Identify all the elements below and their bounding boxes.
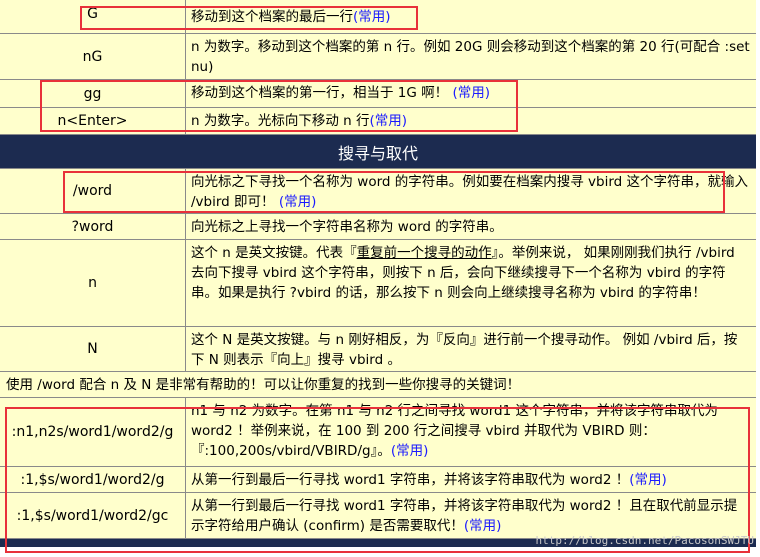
- table-row: :1,$s/word1/word2/gc 从第一行到最后一行寻找 word1 字…: [0, 492, 756, 538]
- description-cell: 移动到这个档案的第一行，相当于 1G 啊！ (常用): [191, 85, 490, 101]
- description-cell: 向光标之上寻找一个字符串名称为 word 的字符串。: [191, 219, 503, 235]
- command-cell: nG: [0, 34, 186, 79]
- command-cell: n: [0, 240, 186, 326]
- description-cell: 向光标之下寻找一个名称为 word 的字符串。例如要在档案内搜寻 vbird 这…: [191, 174, 749, 210]
- command-cell: n<Enter>: [0, 108, 186, 134]
- command-cell: /word: [0, 169, 186, 213]
- note-row: 使用 /word 配合 n 及 N 是非常有帮助的！可以让你重复的找到一些你搜寻…: [0, 371, 756, 397]
- description-cell: n 为数字。光标向下移动 n 行(常用): [191, 113, 408, 129]
- table-row: gg 移动到这个档案的第一行，相当于 1G 啊！ (常用): [0, 79, 756, 107]
- description-cell: 从第一行到最后一行寻找 word1 字符串，并将该字符串取代为 word2 ！且…: [191, 498, 738, 534]
- table-row: n 这个 n 是英文按键。代表『重复前一个搜寻的动作』。举例来说， 如果刚刚我们…: [0, 239, 756, 326]
- description-cell: 这个 n 是英文按键。代表『重复前一个搜寻的动作』。举例来说， 如果刚刚我们执行…: [191, 245, 735, 301]
- table-row: G 移动到这个档案的最后一行(常用): [0, 0, 756, 33]
- underlined-term: 重复前一个搜寻的动作: [356, 245, 492, 261]
- description-cell: n 为数字。移动到这个档案的第 n 行。例如 20G 则会移动到这个档案的第 2…: [191, 39, 750, 75]
- description-cell: n1 与 n2 为数字。在第 n1 与 n2 行之间寻找 word1 这个字符串…: [191, 403, 718, 459]
- command-cell: gg: [0, 80, 186, 107]
- command-cell: :1,$s/word1/word2/gc: [0, 493, 186, 538]
- table-row: nG n 为数字。移动到这个档案的第 n 行。例如 20G 则会移动到这个档案的…: [0, 33, 756, 79]
- table-row: n<Enter> n 为数字。光标向下移动 n 行(常用): [0, 107, 756, 134]
- description-cell: 移动到这个档案的最后一行(常用): [191, 9, 391, 25]
- table-row: :1,$s/word1/word2/g 从第一行到最后一行寻找 word1 字符…: [0, 466, 756, 492]
- section-header: 搜寻与取代: [0, 134, 756, 168]
- table-row: N 这个 N 是英文按键。与 n 刚好相反，为『反向』进行前一个搜寻动作。 例如…: [0, 326, 756, 371]
- vim-command-table: G 移动到这个档案的最后一行(常用) nG n 为数字。移动到这个档案的第 n …: [0, 0, 756, 547]
- command-cell: ?word: [0, 214, 186, 239]
- watermark: http://blog.csdn.net/PacosonSWJTU: [535, 534, 754, 547]
- command-cell: :1,$s/word1/word2/g: [0, 467, 186, 492]
- command-cell: N: [0, 327, 186, 371]
- table-row: ?word 向光标之上寻找一个字符串名称为 word 的字符串。: [0, 213, 756, 239]
- description-cell: 从第一行到最后一行寻找 word1 字符串，并将该字符串取代为 word2 ！(…: [191, 472, 667, 488]
- description-cell: 这个 N 是英文按键。与 n 刚好相反，为『反向』进行前一个搜寻动作。 例如 /…: [191, 332, 738, 368]
- table-row: :n1,n2s/word1/word2/g n1 与 n2 为数字。在第 n1 …: [0, 397, 756, 466]
- command-cell: :n1,n2s/word1/word2/g: [0, 398, 186, 466]
- table-row: /word 向光标之下寻找一个名称为 word 的字符串。例如要在档案内搜寻 v…: [0, 168, 756, 213]
- command-cell: G: [0, 0, 186, 33]
